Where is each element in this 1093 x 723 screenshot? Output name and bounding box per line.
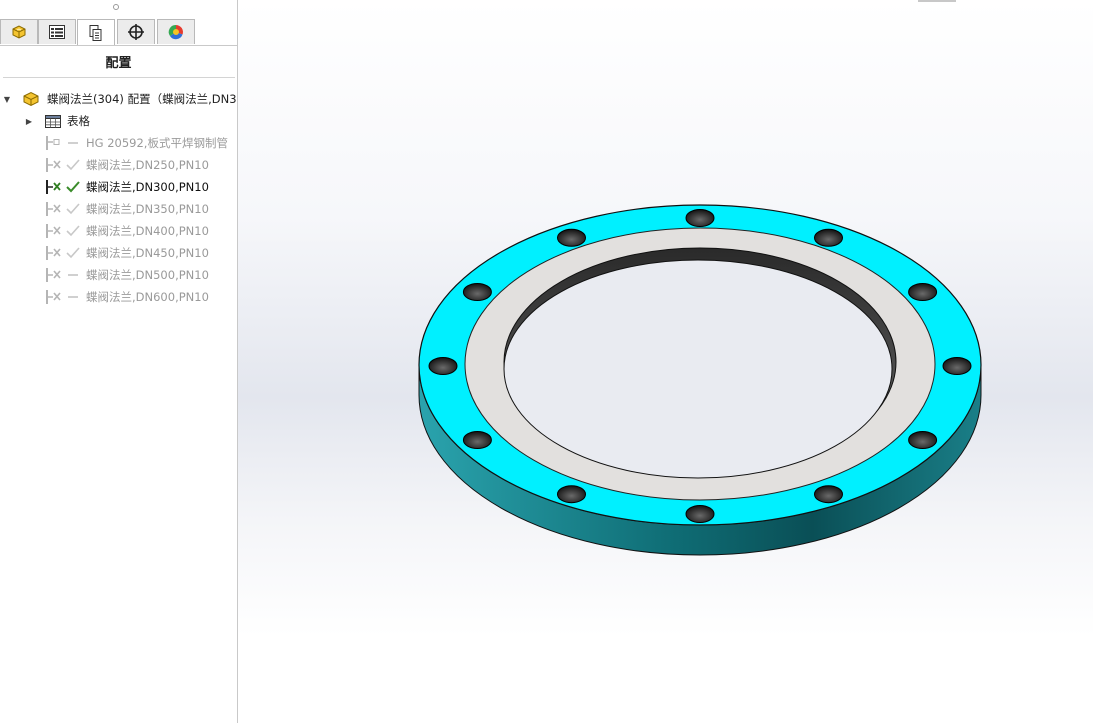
config-linked-icon <box>46 290 61 304</box>
bolt-hole <box>462 431 492 449</box>
configuration-icon <box>89 24 102 41</box>
dash-icon <box>68 274 78 276</box>
bolt-hole <box>908 431 938 449</box>
config-linked-icon <box>46 268 61 282</box>
config-item-dn250[interactable]: 蝶阀法兰,DN250,PN10 <box>44 155 209 175</box>
bolt-hole <box>908 283 938 301</box>
dash-icon <box>68 142 78 144</box>
part-icon <box>23 91 39 107</box>
dash-icon <box>68 296 78 298</box>
config-item-dn350[interactable]: 蝶阀法兰,DN350,PN10 <box>44 199 209 219</box>
config-linked-icon <box>46 158 61 172</box>
config-item-hg20592[interactable]: HG 20592,板式平焊钢制管 <box>44 133 228 153</box>
chevron-down-icon[interactable]: ▼ <box>2 94 12 104</box>
config-item-dn300-active[interactable]: 蝶阀法兰,DN300,PN10 <box>44 177 209 197</box>
crosshair-icon <box>128 24 144 40</box>
config-item-label: 蝶阀法兰,DN500,PN10 <box>86 268 209 282</box>
tab-property-manager[interactable] <box>38 19 76 44</box>
check-icon <box>66 181 80 193</box>
check-icon <box>66 225 80 237</box>
tree-root-node[interactable]: ▼ 蝶阀法兰(304) 配置（蝶阀法兰,DN3 <box>2 89 237 109</box>
bore-opening <box>503 259 893 479</box>
graphics-area[interactable] <box>238 0 1093 723</box>
chevron-right-icon[interactable]: ▶ <box>24 116 34 126</box>
tab-display-manager[interactable] <box>157 19 195 44</box>
bolt-hole <box>942 357 972 375</box>
tree-root-label: 蝶阀法兰(304) 配置（蝶阀法兰,DN3 <box>47 92 237 106</box>
config-linked-icon <box>46 180 61 194</box>
tree-item-table-label: 表格 <box>67 114 90 128</box>
config-linked-icon <box>46 202 61 216</box>
bolt-hole <box>428 357 458 375</box>
config-item-dn450[interactable]: 蝶阀法兰,DN450,PN10 <box>44 243 209 263</box>
manager-tabs <box>0 19 237 46</box>
check-icon <box>66 247 80 259</box>
bolt-hole <box>462 283 492 301</box>
config-linked-icon <box>46 224 61 238</box>
tree-item-table[interactable]: ▶ 表格 <box>24 111 90 131</box>
config-item-label: 蝶阀法兰,DN450,PN10 <box>86 246 209 260</box>
table-icon <box>45 115 61 128</box>
bolt-hole <box>557 228 586 247</box>
part-icon <box>12 25 26 39</box>
bolt-hole <box>685 209 715 227</box>
bolt-hole <box>814 228 843 247</box>
config-item-label: HG 20592,板式平焊钢制管 <box>86 136 228 150</box>
config-item-label: 蝶阀法兰,DN300,PN10 <box>86 180 209 194</box>
panel-title: 配置 <box>105 56 132 71</box>
check-icon <box>66 159 80 171</box>
config-item-icon <box>46 136 60 150</box>
appearance-pie-icon <box>168 24 183 40</box>
bolt-hole <box>814 485 843 504</box>
tab-feature-manager[interactable] <box>0 19 38 44</box>
bolt-hole <box>557 485 586 504</box>
config-item-label: 蝶阀法兰,DN250,PN10 <box>86 158 209 172</box>
config-linked-icon <box>46 246 61 260</box>
config-item-label: 蝶阀法兰,DN400,PN10 <box>86 224 209 238</box>
divider <box>3 77 235 78</box>
property-list-icon <box>49 25 65 39</box>
config-item-label: 蝶阀法兰,DN600,PN10 <box>86 290 209 304</box>
tab-dimxpert-manager[interactable] <box>117 19 155 44</box>
tab-configuration-manager[interactable] <box>77 19 115 45</box>
check-icon <box>66 203 80 215</box>
config-item-dn600[interactable]: 蝶阀法兰,DN600,PN10 <box>44 287 209 307</box>
configuration-manager-panel: 配置 ▼ 蝶阀法兰(304) 配置（蝶阀法兰,DN3 ▶ 表格 HG 20592… <box>0 0 238 723</box>
config-item-dn400[interactable]: 蝶阀法兰,DN400,PN10 <box>44 221 209 241</box>
bolt-hole <box>685 505 715 523</box>
config-item-label: 蝶阀法兰,DN350,PN10 <box>86 202 209 216</box>
flange-model[interactable] <box>238 0 1093 723</box>
config-item-dn500[interactable]: 蝶阀法兰,DN500,PN10 <box>44 265 209 285</box>
panel-resize-grip[interactable] <box>113 4 119 10</box>
